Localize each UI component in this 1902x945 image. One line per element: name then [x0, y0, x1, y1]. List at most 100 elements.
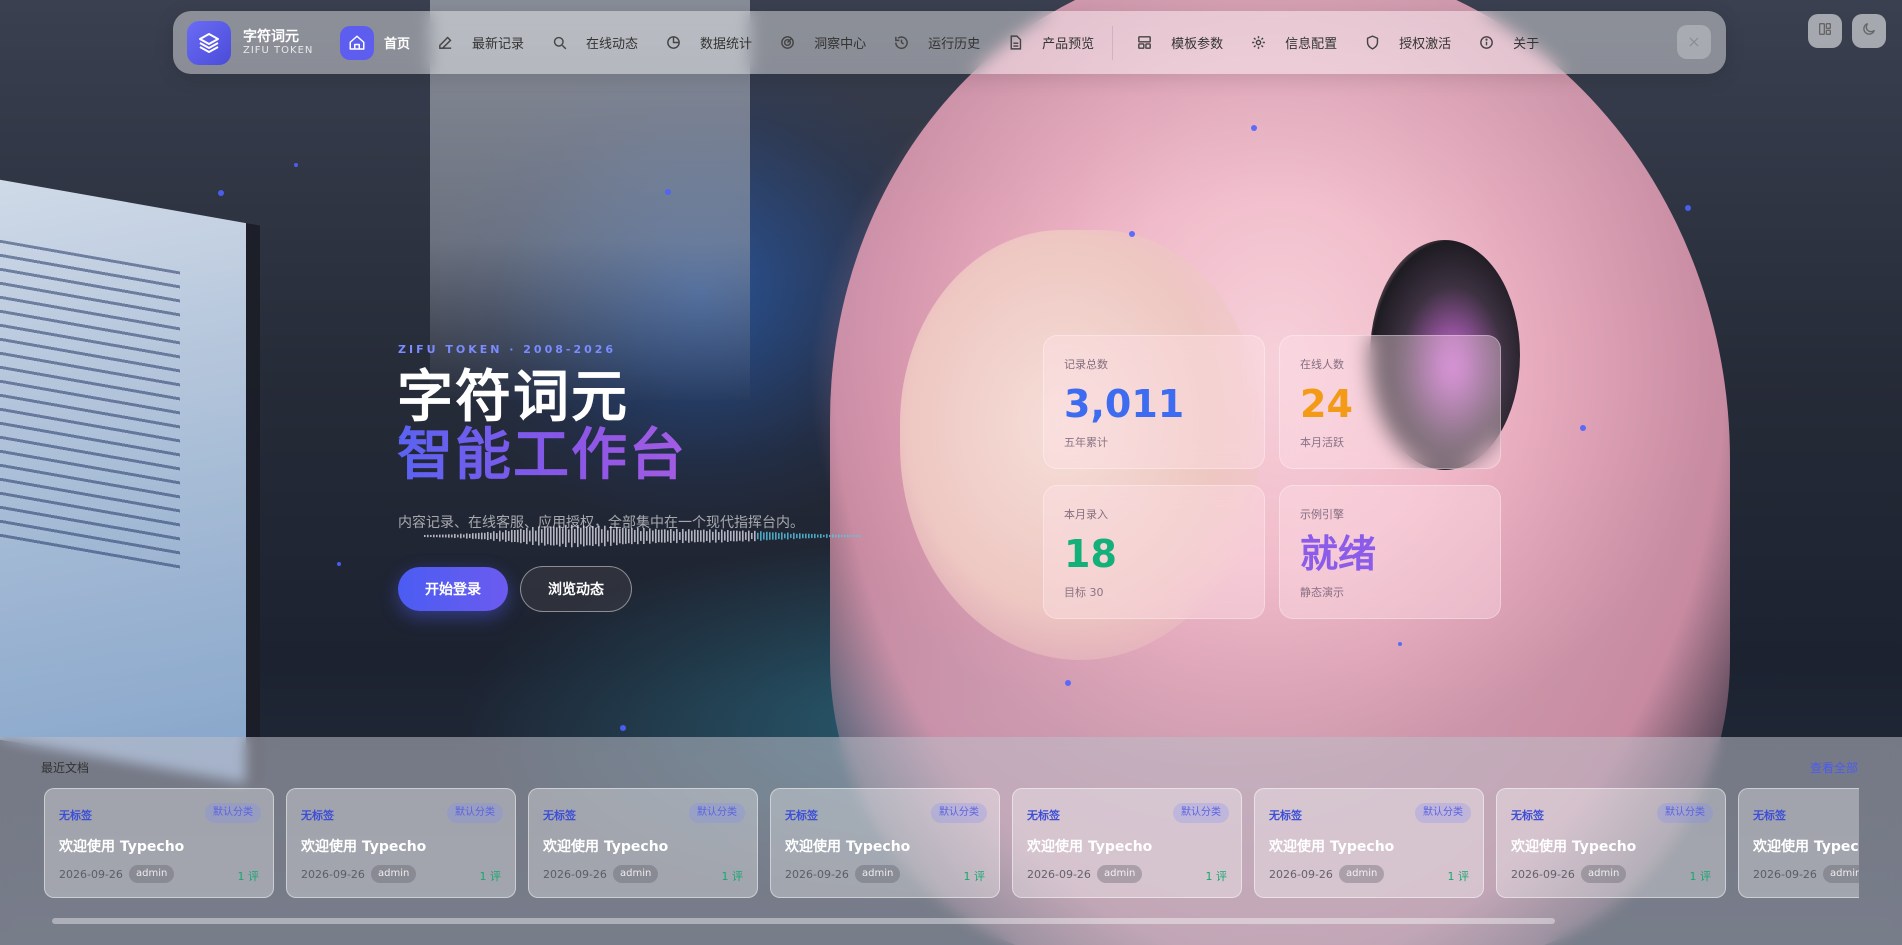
view-all-link[interactable]: 查看全部 [1810, 759, 1858, 776]
comment-count: 1 评 [721, 870, 744, 883]
nav-label: 模板参数 [1171, 37, 1224, 52]
radar-icon [770, 26, 804, 60]
nav-item-online-activity[interactable]: 在线动态 [542, 23, 638, 63]
document-date: 2026-09-26 [1753, 868, 1817, 881]
nav-label: 在线动态 [586, 37, 639, 52]
nav-label: 洞察中心 [814, 37, 867, 52]
nav-item-run-history[interactable]: 运行历史 [884, 23, 980, 63]
stat-card-engine-status: 示例引擎 就绪 静态演示 [1279, 485, 1501, 619]
particle-dot [337, 562, 341, 566]
doc-tag: 无标签 [1511, 809, 1544, 822]
document-title: 欢迎使用 Typecho [59, 839, 185, 855]
nav-item-statistics[interactable]: 数据统计 [656, 23, 752, 63]
comment-count: 1 评 [479, 870, 502, 883]
author-badge: admin [371, 865, 417, 883]
document-date: 2026-09-26 [1269, 868, 1333, 881]
brand-subtitle: ZIFU TOKEN [243, 44, 314, 56]
author-badge: admin [1823, 865, 1859, 883]
start-login-button[interactable]: 开始登录 [398, 567, 508, 611]
stat-subtitle: 五年累计 [1064, 436, 1108, 449]
nav-item-about[interactable]: 关于 [1469, 23, 1539, 63]
close-icon[interactable] [1677, 25, 1711, 59]
nav-label: 最新记录 [472, 37, 525, 52]
nav-item-template-params[interactable]: 模板参数 [1127, 23, 1223, 63]
layout-toggle-button[interactable] [1808, 14, 1842, 48]
comment-count: 1 评 [237, 870, 260, 883]
stat-card-total-records: 记录总数 3,011 五年累计 [1043, 335, 1265, 469]
document-title: 欢迎使用 Typecho [301, 839, 427, 855]
stat-card-monthly-entries: 本月录入 18 目标 30 [1043, 485, 1265, 619]
layout-icon [1127, 26, 1161, 60]
info-icon [1469, 26, 1503, 60]
nav-item-latest-records[interactable]: 最新记录 [428, 23, 524, 63]
brand-name: 字符词元 [243, 28, 299, 45]
doc-tag: 无标签 [1753, 809, 1786, 822]
author-badge: admin [1097, 865, 1143, 883]
category-badge: 默认分类 [1415, 803, 1471, 823]
section-title: 最近文档 [41, 761, 90, 775]
comment-count: 1 评 [1447, 870, 1470, 883]
author-badge: admin [1339, 865, 1385, 883]
nav-item-product-preview[interactable]: 产品预览 [998, 23, 1094, 63]
stat-card-online-users: 在线人数 24 本月活跃 [1279, 335, 1501, 469]
nav-item-info-config[interactable]: 信息配置 [1241, 23, 1337, 63]
layout-grid-icon [1817, 21, 1833, 41]
stat-label: 本月录入 [1064, 508, 1108, 521]
nav-label: 授权激活 [1399, 37, 1452, 52]
background-monitor [0, 174, 260, 786]
home-icon [340, 25, 374, 60]
particle-dot [218, 190, 224, 196]
stat-label: 记录总数 [1064, 358, 1108, 371]
gear-icon [1241, 26, 1275, 60]
document-card[interactable]: 无标签默认分类欢迎使用 Typecho2026-09-26admin1 评 [286, 788, 516, 898]
stat-subtitle: 静态演示 [1300, 586, 1344, 599]
search-icon [542, 26, 576, 60]
nav-label: 产品预览 [1042, 37, 1095, 52]
particle-dot [620, 725, 626, 731]
document-card[interactable]: 无标签默认分类欢迎使用 Typecho2026-09-26admin1 评 [1254, 788, 1484, 898]
edit-icon [428, 26, 462, 60]
nav-item-home[interactable]: 首页 [340, 23, 410, 63]
document-title: 欢迎使用 Typecho [1027, 839, 1153, 855]
author-badge: admin [855, 865, 901, 883]
doc-tag: 无标签 [1027, 809, 1060, 822]
category-badge: 默认分类 [1657, 803, 1713, 823]
doc-tag: 无标签 [301, 809, 334, 822]
audio-waveform [424, 524, 861, 548]
nav-label: 运行历史 [928, 37, 981, 52]
nav-menu: 首页 最新记录 在线动态 数据统计 洞察中心 运行历史 产品预览 模板参数 信息… [340, 23, 1557, 63]
doc-tag: 无标签 [785, 809, 818, 822]
document-card[interactable]: 无标签默认分类欢迎使用 Typecho2026-09-26admin1 评 [1496, 788, 1726, 898]
document-title: 欢迎使用 Typecho [1269, 839, 1395, 855]
document-card[interactable]: 无标签默认分类欢迎使用 Typecho2026-09-26admin1 评 [1012, 788, 1242, 898]
hero-eyebrow: ZIFU TOKEN · 2008-2026 [398, 343, 617, 356]
particle-dot [1580, 425, 1586, 431]
document-title: 欢迎使用 Typecho [1753, 839, 1859, 855]
theme-toggle-button[interactable] [1852, 14, 1886, 48]
stat-subtitle: 本月活跃 [1300, 436, 1344, 449]
document-date: 2026-09-26 [785, 868, 849, 881]
document-card-list: 无标签 默认分类 欢迎使用 Typecho 2026-09-26 admin 1 评无标签… [44, 788, 1859, 900]
nav-item-insight-center[interactable]: 洞察中心 [770, 23, 866, 63]
particle-dot [1251, 125, 1257, 131]
category-badge: 默认分类 [689, 803, 745, 823]
document-card[interactable]: 无标签默认分类欢迎使用 Typecho2026-09-26admin1 评 [528, 788, 758, 898]
document-card[interactable]: 无标签默认分类欢迎使用 Typecho2026-09-26admin1 评 [1738, 788, 1859, 898]
document-date: 2026-09-26 [1027, 868, 1091, 881]
document-date: 2026-09-26 [543, 868, 607, 881]
horizontal-scrollbar[interactable] [52, 918, 1555, 924]
hero-title: 字符词元 [397, 365, 629, 430]
comment-count: 1 评 [1689, 870, 1712, 883]
brand[interactable]: 字符词元 ZIFU TOKEN [187, 20, 331, 65]
browse-activity-button[interactable]: 浏览动态 [520, 566, 632, 612]
nav-label: 首页 [384, 37, 411, 52]
stat-value: 24 [1300, 382, 1353, 426]
document-card[interactable]: 无标签默认分类欢迎使用 Typecho2026-09-26admin1 评 [44, 788, 274, 898]
document-icon [998, 26, 1032, 60]
stat-label: 在线人数 [1300, 358, 1344, 371]
document-card[interactable]: 无标签默认分类欢迎使用 Typecho2026-09-26admin1 评 [770, 788, 1000, 898]
document-title: 欢迎使用 Typecho [785, 839, 911, 855]
stat-value: 18 [1064, 532, 1117, 576]
nav-label: 信息配置 [1285, 37, 1338, 52]
nav-item-license-activation[interactable]: 授权激活 [1355, 23, 1451, 63]
